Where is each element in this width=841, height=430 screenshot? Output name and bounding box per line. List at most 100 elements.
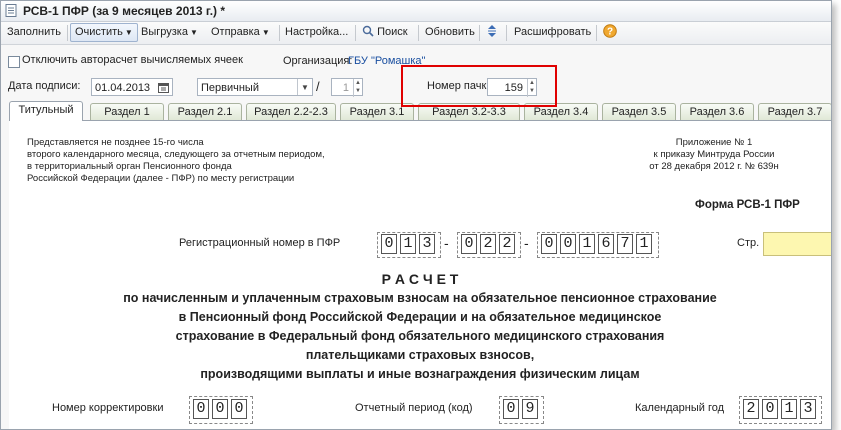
sign-date-field[interactable]: 01.04.2013: [91, 78, 173, 96]
clear-button-label: Очистить: [75, 26, 123, 38]
svg-text:?: ?: [607, 27, 613, 38]
report-title-line: страхование в Федеральный фонд обязатель…: [175, 329, 665, 343]
window-title: РСВ-1 ПФР (за 9 месяцев 2013 г.) *: [23, 4, 226, 18]
correction-digit[interactable]: 0: [212, 399, 228, 419]
registration-digit[interactable]: 1: [400, 234, 416, 254]
refresh-button[interactable]: Обновить: [421, 24, 479, 41]
help-icon: ?: [603, 24, 617, 38]
registration-digit[interactable]: 0: [541, 234, 557, 254]
disable-autocalc-label: Отключить авторасчет вычисляемых ячеек: [22, 54, 243, 66]
tab-section-3-6[interactable]: Раздел 3.6: [680, 103, 754, 120]
organization-label: Организация:: [283, 55, 353, 67]
correction-number-field[interactable]: 1 ▲ ▼: [331, 78, 363, 97]
appendix-line: от 28 декабря 2012 г. № 639н: [649, 161, 779, 172]
expand-collapse-icon: [488, 25, 496, 37]
tab-section-3-5[interactable]: Раздел 3.5: [602, 103, 676, 120]
page-number-field[interactable]: [763, 232, 831, 256]
search-button-label: Поиск: [377, 26, 408, 38]
registration-digit[interactable]: 2: [499, 234, 515, 254]
fill-button[interactable]: Заполнить: [3, 24, 65, 41]
sign-date-label: Дата подписи:: [8, 80, 81, 92]
registration-digit[interactable]: 6: [598, 234, 614, 254]
help-button[interactable]: ?: [599, 24, 621, 41]
year-digit[interactable]: 0: [762, 399, 778, 419]
form-name: Форма РСВ-1 ПФР: [695, 199, 800, 211]
appendix-line: к приказу Минтруда России: [653, 149, 775, 160]
correction-digit[interactable]: 0: [231, 399, 247, 419]
registration-digit[interactable]: 2: [480, 234, 496, 254]
registration-dash: -: [524, 235, 529, 251]
title-page-form: Представляется не позднее 15-го числа вт…: [9, 120, 831, 429]
toolbar-separator: [355, 25, 356, 41]
report-title-line: производящими выплаты и иные вознагражде…: [200, 367, 640, 381]
report-heading: Р А С Ч Е Т: [381, 271, 459, 287]
year-digit[interactable]: 3: [800, 399, 816, 419]
sign-date-value: 01.04.2013: [95, 82, 151, 94]
chevron-down-icon[interactable]: ▼: [297, 79, 312, 95]
correction-number-value: 1: [342, 82, 349, 94]
registration-dash: -: [444, 235, 449, 251]
note-line: в территориальный орган Пенсионного фонд…: [27, 161, 232, 172]
note-line: Российской Федерации (далее - ПФР) по ме…: [27, 173, 295, 184]
registration-digit[interactable]: 0: [560, 234, 576, 254]
settings-button[interactable]: Настройка...: [281, 24, 352, 41]
registration-digit[interactable]: 0: [461, 234, 477, 254]
slash-separator: /: [316, 79, 320, 94]
toolbar-separator: [279, 25, 280, 41]
tab-section-3-7[interactable]: Раздел 3.7: [758, 103, 831, 120]
document-icon: [5, 4, 17, 17]
period-code-digit[interactable]: 9: [522, 399, 538, 419]
highlight-annotation: [401, 65, 557, 107]
year-digit[interactable]: 1: [781, 399, 797, 419]
calendar-icon[interactable]: [158, 82, 169, 93]
tab-section-2-1[interactable]: Раздел 2.1: [168, 103, 242, 120]
tab-section-2-2-2-3[interactable]: Раздел 2.2-2.3: [246, 103, 336, 120]
export-button-label: Выгрузка: [141, 26, 188, 38]
registration-digit[interactable]: 3: [419, 234, 435, 254]
period-code-digit[interactable]: 0: [503, 399, 519, 419]
toolbar-separator: [67, 25, 68, 41]
toolbar-separator: [596, 25, 597, 41]
page-number-label: Стр.: [737, 237, 760, 249]
registration-digit[interactable]: 0: [381, 234, 397, 254]
decode-button[interactable]: Расшифровать: [510, 24, 595, 41]
chevron-down-icon: ▼: [261, 28, 270, 37]
calendar-year-label: Календарный год: [635, 402, 725, 414]
search-button[interactable]: Поиск: [358, 24, 412, 41]
search-icon: [362, 25, 374, 37]
export-button[interactable]: Выгрузка ▼: [137, 24, 202, 41]
registration-digit[interactable]: 1: [636, 234, 652, 254]
send-button-label: Отправка: [211, 26, 260, 38]
tab-title-page[interactable]: Титульный: [9, 101, 83, 121]
report-kind-select[interactable]: Первичный ▼: [197, 78, 313, 96]
note-line: Представляется не позднее 15-го числа: [27, 137, 204, 148]
note-line: второго календарного месяца, следующего …: [27, 149, 325, 160]
correction-label: Номер корректировки: [52, 402, 164, 414]
report-title-line: плательщиками страховых взносов,: [305, 348, 535, 362]
expand-collapse-button[interactable]: [482, 24, 502, 41]
report-kind-value: Первичный: [201, 82, 259, 94]
registration-number-label: Регистрационный номер в ПФР: [179, 237, 341, 249]
report-title-line: по начисленным и уплаченным страховым вз…: [123, 291, 717, 305]
clear-button[interactable]: Очистить ▼: [70, 23, 138, 42]
registration-digit[interactable]: 7: [617, 234, 633, 254]
appendix-line: Приложение № 1: [675, 137, 753, 148]
disable-autocalc-checkbox[interactable]: [8, 56, 20, 68]
toolbar-separator: [479, 25, 480, 41]
send-button[interactable]: Отправка ▼: [207, 24, 274, 41]
year-digit[interactable]: 2: [743, 399, 759, 419]
correction-digit[interactable]: 0: [193, 399, 209, 419]
spin-arrows-icon[interactable]: ▲ ▼: [353, 79, 362, 97]
report-window: РСВ-1 ПФР (за 9 месяцев 2013 г.) * Запол…: [0, 0, 832, 430]
period-code-label: Отчетный период (код): [355, 402, 473, 414]
toolbar: Заполнить Очистить ▼ Выгрузка ▼ Отправка ▼ …: [1, 22, 831, 45]
chevron-down-icon: ▼: [189, 28, 198, 37]
appendix-note: Приложение № 1 к приказу Минтруда России…: [609, 137, 819, 173]
title-bar: РСВ-1 ПФР (за 9 месяцев 2013 г.) *: [1, 1, 831, 22]
toolbar-separator: [418, 25, 419, 41]
toolbar-separator: [506, 25, 507, 41]
tab-section-1[interactable]: Раздел 1: [90, 103, 164, 120]
registration-digit[interactable]: 1: [579, 234, 595, 254]
report-title-line: в Пенсионный фонд Российской Федерации и…: [178, 310, 662, 324]
chevron-down-icon: ▼: [124, 28, 133, 37]
